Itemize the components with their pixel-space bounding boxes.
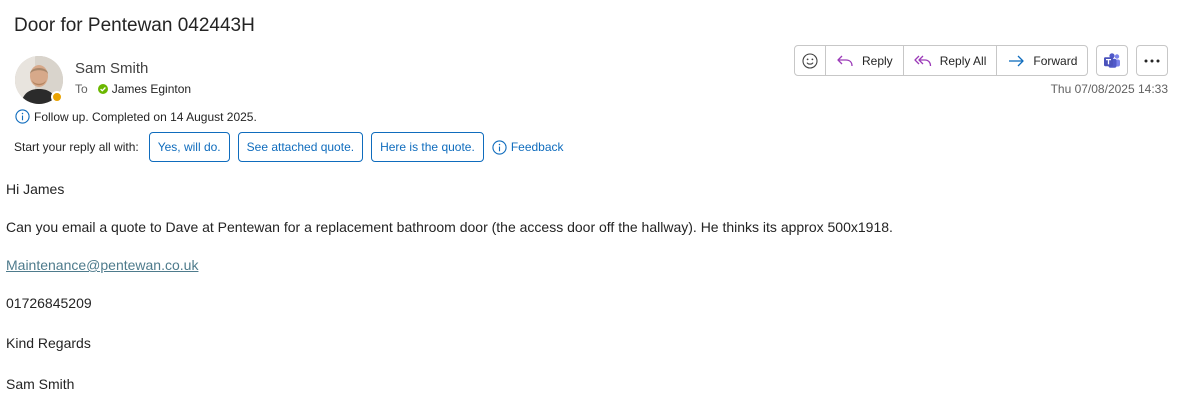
teams-icon <box>1104 52 1120 68</box>
followup-banner: Follow up. Completed on 14 August 2025. <box>15 109 257 124</box>
reply-icon <box>837 55 853 66</box>
body-line: Can you email a quote to Dave at Pentewa… <box>6 219 893 235</box>
info-icon <box>15 109 30 124</box>
forward-arrow-icon <box>1009 55 1025 66</box>
sender-name[interactable]: Sam Smith <box>75 60 148 77</box>
reply-all-icon <box>914 55 931 66</box>
react-button[interactable] <box>795 46 826 75</box>
presence-away-icon <box>51 91 63 103</box>
recipient-name[interactable]: James Eginton <box>112 82 191 96</box>
more-ellipsis-icon <box>1144 59 1160 62</box>
forward-label: Forward <box>1033 53 1078 68</box>
suggested-reply-yes[interactable]: Yes, will do. <box>148 132 230 162</box>
forward-button[interactable]: Forward <box>997 46 1087 75</box>
body-phone: 01726845209 <box>6 295 92 311</box>
feedback-link[interactable]: Feedback <box>492 139 564 155</box>
reply-button[interactable]: Reply <box>826 46 904 75</box>
suggested-replies: Start your reply all with: Yes, will do.… <box>14 131 564 163</box>
body-signature: Sam Smith <box>6 376 75 392</box>
sender-avatar[interactable] <box>15 56 63 104</box>
message-subject: Door for Pentewan 042443H <box>14 15 255 36</box>
suggested-reply-here-quote[interactable]: Here is the quote. <box>371 132 484 162</box>
message-date: Thu 07/08/2025 14:33 <box>1050 82 1168 96</box>
to-label: To <box>75 82 88 96</box>
body-closing: Kind Regards <box>6 335 91 351</box>
email-link[interactable]: Maintenance@pentewan.co.uk <box>6 257 198 273</box>
followup-text: Follow up. Completed on 14 August 2025. <box>34 109 257 124</box>
accepted-check-icon <box>97 84 108 94</box>
reply-all-button[interactable]: Reply All <box>904 46 998 75</box>
teams-chat-button[interactable] <box>1096 45 1128 76</box>
smiley-icon <box>802 52 818 69</box>
feedback-label: Feedback <box>510 140 564 154</box>
reply-label: Reply <box>862 53 893 68</box>
suggested-replies-label: Start your reply all with: <box>14 140 139 154</box>
more-actions-button[interactable] <box>1136 45 1168 76</box>
feedback-info-icon <box>492 139 507 155</box>
recipient-line: To James Eginton <box>75 82 191 96</box>
reply-all-label: Reply All <box>939 53 987 68</box>
body-greeting: Hi James <box>6 181 65 197</box>
message-actions-toolbar: Reply Reply All Forward <box>794 45 1089 76</box>
suggested-reply-attached-quote[interactable]: See attached quote. <box>237 132 364 162</box>
